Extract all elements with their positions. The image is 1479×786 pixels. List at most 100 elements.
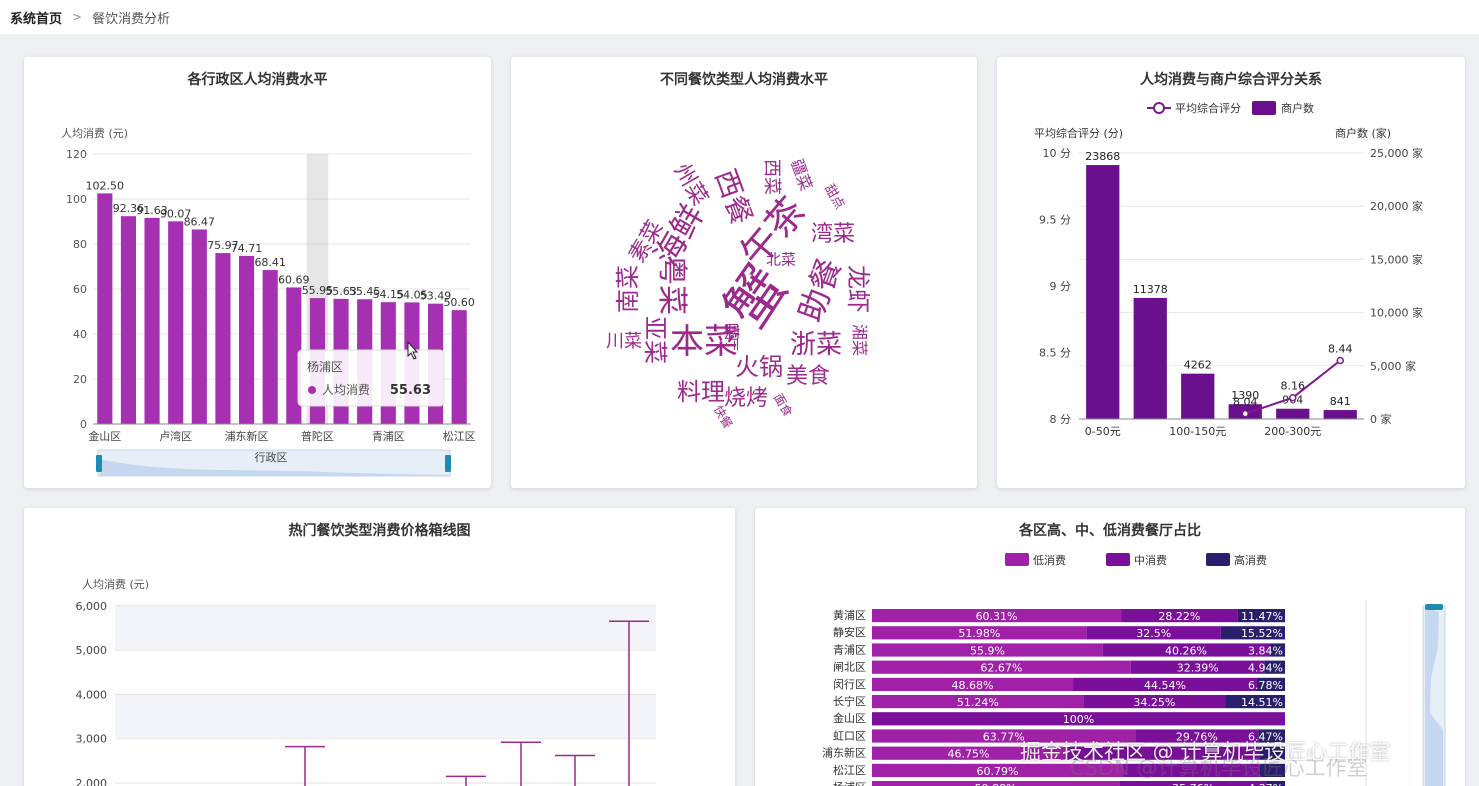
x-tick-label: 100-150元 <box>1169 425 1226 438</box>
cuisine-cloud-card: 不同餐饮类型人均消费水平 蟹午茶 本菜 料理 海鲜 粤菜 西餐 州菜 西菜 疆菜 甜点 湾菜 北菜 助餐… <box>511 57 977 488</box>
bar-value-label: 11378 <box>1133 283 1168 296</box>
word-cloud-term: 亚菜 <box>641 316 669 364</box>
x-tick-label: 卢湾区 <box>159 429 192 443</box>
category-label: 浦东新区 <box>822 746 866 760</box>
bar <box>168 221 184 424</box>
segment-label: 100% <box>1063 713 1094 726</box>
x-tick-label: 普陀区 <box>301 429 334 443</box>
category-label: 静安区 <box>833 625 866 639</box>
bar <box>1276 408 1310 419</box>
bar-value-label: 4262 <box>1184 359 1212 372</box>
x-tick-label: 金山区 <box>88 429 121 443</box>
y-tick-label: 120 <box>66 148 87 161</box>
bar-value-label: 68.41 <box>254 256 286 269</box>
bar <box>1086 165 1120 419</box>
legend-label: 高消费 <box>1234 553 1267 567</box>
bar <box>262 270 278 424</box>
bar <box>144 217 160 424</box>
y-tick-label: 20 <box>73 373 87 386</box>
segment-label: 60.31% <box>976 610 1018 623</box>
segment-label: 40.26% <box>1165 644 1207 657</box>
category-label: 松江区 <box>833 763 866 777</box>
y-axis-label-right: 商户数 (家) <box>1335 126 1391 140</box>
line-value-label: 8.16 <box>1281 380 1306 393</box>
word-cloud-term: 烧烤 <box>723 386 769 411</box>
word-cloud-term: 西餐 <box>708 164 759 229</box>
word-cloud-term: 西菜 <box>761 159 782 195</box>
grid-band <box>115 694 656 739</box>
bar <box>215 253 231 424</box>
line-value-label: 8.04 <box>1233 396 1258 409</box>
segment-label: 55.9% <box>970 644 1005 657</box>
bar <box>97 193 113 424</box>
category-label: 虹口区 <box>833 729 866 742</box>
line-point <box>1289 393 1297 402</box>
y-tick-label: 4,000 <box>76 688 108 701</box>
legend-label: 平均综合评分 <box>1175 101 1241 115</box>
category-label: 闵行区 <box>833 677 866 691</box>
word-cloud-term: 南菜 <box>614 265 642 313</box>
legend-bar-marker <box>1252 101 1276 115</box>
word-cloud-term: 浙菜 <box>789 330 843 360</box>
word-cloud-term: 甜点 <box>821 181 847 213</box>
boxplot-card: 热门餐饮类型消费价格箱线图 人均消费 (元) 2,000 3,000 4,000 5,0… <box>24 508 735 786</box>
category-label: 闸北区 <box>833 661 866 674</box>
x-tick-label: 0-50元 <box>1085 425 1121 438</box>
bar-value-label: 102.50 <box>86 179 125 192</box>
breadcrumb-home[interactable]: 系统首页 <box>10 8 62 27</box>
segment-label: 32.5% <box>1136 627 1171 640</box>
tooltip: 杨浦区人均消费 55.63 <box>297 349 445 407</box>
grid-band <box>115 605 656 651</box>
legend-label: 中消费 <box>1134 553 1167 567</box>
y-tick-label-left: 9 分 <box>1050 280 1072 293</box>
score-relation-chart: 平均综合评分 商户数平均综合评分 (分) 商户数 (家) 0 家 5,000 家 10,0… <box>1034 101 1423 438</box>
bar <box>239 255 255 424</box>
line-point <box>1241 409 1249 418</box>
segment-label: 51.98% <box>958 627 1000 640</box>
segment-label: 15.52% <box>1241 627 1283 640</box>
word-cloud-term: 料理 <box>677 378 725 406</box>
y-tick-label: 60 <box>73 283 87 296</box>
bar <box>191 229 207 424</box>
watermark: 掘金技术社区 @ 计算机毕设匠心工作室 <box>1020 740 1391 764</box>
bar <box>120 216 136 424</box>
word-cloud-term: 火锅 <box>735 353 783 381</box>
score-relation-card: 人均消费与商户综合评分关系 平均综合评分 商户数 平均综合评分 (分) 商户数 (家)… <box>997 57 1465 488</box>
legend-label: 低消费 <box>1033 553 1066 567</box>
y-axis-label-left: 平均综合评分 (分) <box>1034 126 1123 140</box>
segment-label: 44.54% <box>1144 679 1186 692</box>
bar <box>1133 297 1167 419</box>
legend-line-dot <box>1153 102 1165 114</box>
district-spend-card: 各行政区人均消费水平 人均消费 (元) 0 20 40 60 80 100 120 102.50… <box>24 57 491 488</box>
x-axis-label: 行政区 <box>255 450 288 464</box>
segment-label: 48.68% <box>952 679 994 692</box>
category-label: 黄浦区 <box>833 608 866 622</box>
district-spend-chart: 人均消费 (元)020406080100120102.5092.3691.639… <box>61 126 476 477</box>
bar-value-label: 74.71 <box>231 242 263 255</box>
word-cloud-term: 疆菜 <box>787 156 816 194</box>
line-point <box>1336 356 1344 365</box>
segment-label: 32.39% <box>1177 662 1219 675</box>
word-cloud-term: 川菜 <box>606 331 642 352</box>
bar <box>1181 373 1215 419</box>
y-tick-label: 2,000 <box>76 777 108 786</box>
bar <box>1323 410 1357 419</box>
y-tick-label-left: 10 分 <box>1043 147 1072 160</box>
segment-label: 4.37% <box>1248 782 1283 786</box>
segment-label: 63.77% <box>983 730 1025 743</box>
legend-marker <box>1106 553 1130 566</box>
bar-value-label: 50.60 <box>443 296 475 309</box>
segment-label: 51.24% <box>957 696 999 709</box>
y-tick-label-right: 0 家 <box>1370 412 1392 426</box>
y-tick-label: 40 <box>73 328 87 341</box>
legend-marker <box>1005 553 1029 566</box>
cuisine-word-cloud: 蟹午茶 本菜 料理 海鲜 粤菜 西餐 州菜 西菜 疆菜 甜点 湾菜 北菜 助餐 龙虾 素菜 南菜 亚菜 川菜菜火锅… <box>511 57 977 488</box>
line-value-label: 8.44 <box>1328 342 1353 355</box>
tooltip-series: 人均消费 <box>322 383 370 397</box>
category-label: 长宁区 <box>833 694 866 708</box>
segment-label: 34.25% <box>1133 696 1175 709</box>
category-label: 杨浦区 <box>833 780 866 786</box>
y-tick-label: 0 <box>80 418 87 431</box>
breadcrumb: 系统首页 > 餐饮消费分析 <box>0 0 1479 34</box>
legend-marker <box>1206 553 1230 566</box>
